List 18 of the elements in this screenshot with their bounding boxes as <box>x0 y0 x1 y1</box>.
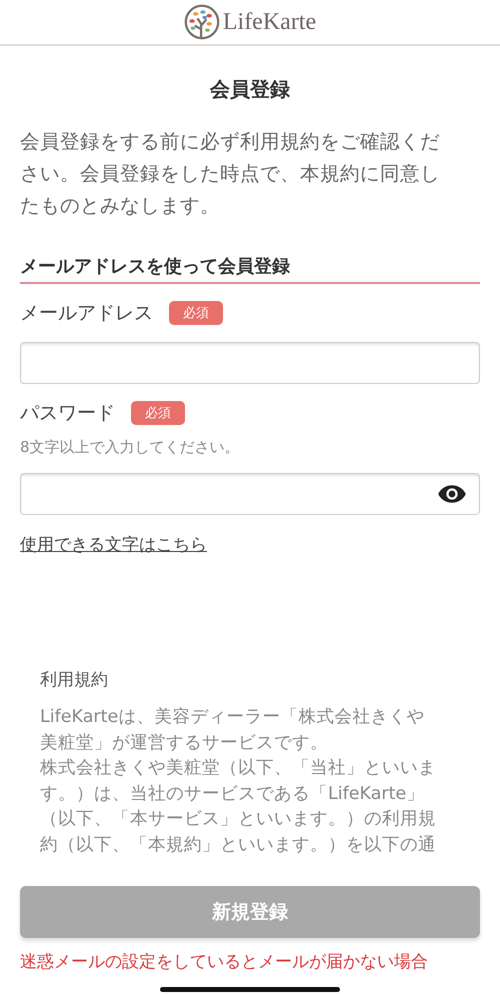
page-title: 会員登録 <box>208 76 291 103</box>
tree-logo-icon <box>184 4 220 40</box>
required-badge: 必須 <box>131 401 185 425</box>
logo-text: LifeKarte <box>222 8 316 36</box>
intro-text: 会員登録をする前に必ず利用規約をご確認ください。会員登録をした時点で、本規約に同意したものとみなします。 <box>20 129 441 219</box>
field-label: パスワード <box>20 401 115 426</box>
password-field[interactable] <box>20 473 480 515</box>
notice-text: 迷惑メールの設定をしているとメールが届かない場合 <box>20 951 429 973</box>
email-field[interactable] <box>20 342 480 384</box>
terms-paragraph: LifeKarteは、美容ディーラー「株式会社きくや美粧堂」が運営するサービスです。 <box>40 706 426 754</box>
allowed-characters-link[interactable]: 使用できる文字はこちら <box>20 535 207 555</box>
field-hint: 8文字以上で入力してください。 <box>20 438 241 457</box>
field-label: メールアドレス <box>20 301 153 326</box>
terms-title: 利用規約 <box>40 669 109 691</box>
section-heading: メールアドレスを使って会員登録 <box>20 254 480 284</box>
required-badge: 必須 <box>169 301 223 325</box>
eye-icon[interactable] <box>437 484 467 504</box>
terms-paragraph: 株式会社きくや美粧堂（以下、「当社」といいます。）は、当社のサービスである「LifeKarte」（以下、「本サービス」といいます。）の利用規約（以下、「本規約」といいます。）を以下の通 <box>40 757 437 856</box>
